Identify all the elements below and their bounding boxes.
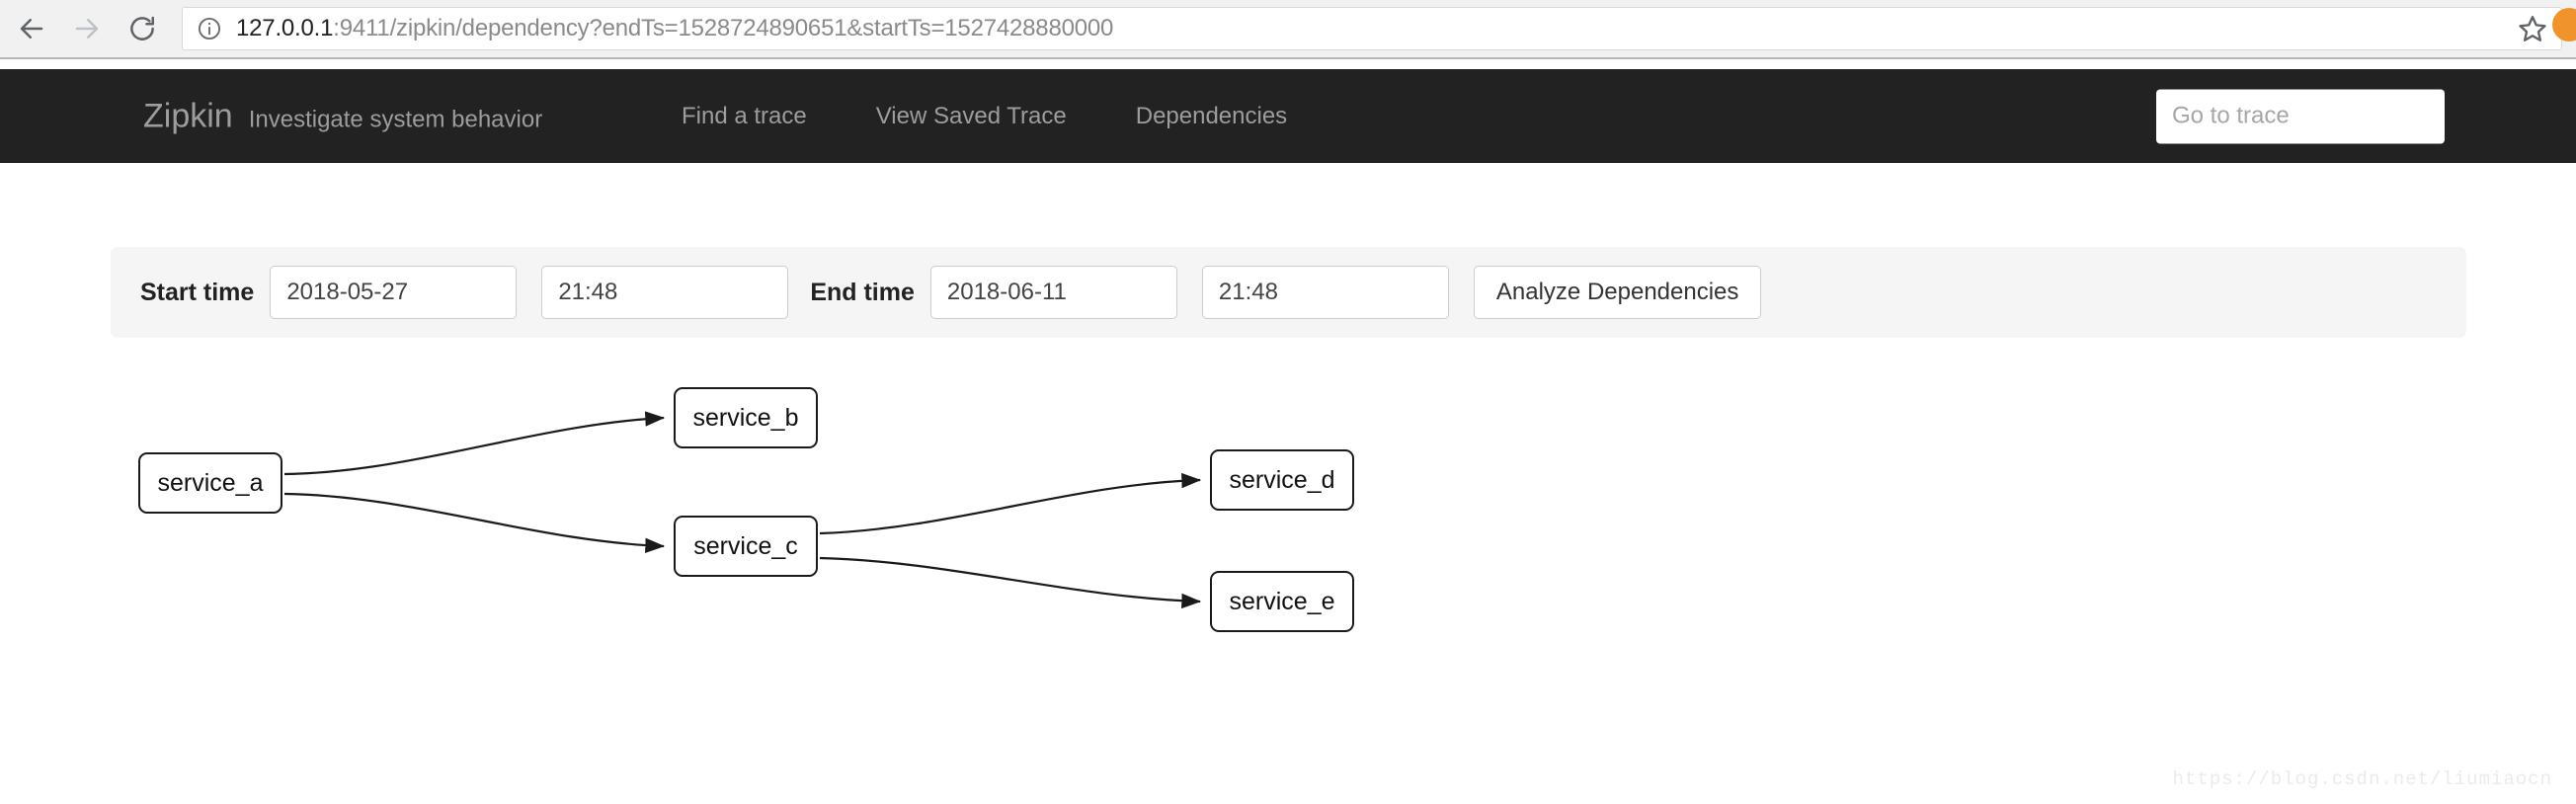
watermark: https://blog.csdn.net/liumiaocn [2172, 768, 2552, 790]
brand[interactable]: Zipkin Investigate system behavior [143, 97, 542, 135]
end-time-input[interactable] [1201, 266, 1449, 319]
graph-node-label: service_e [1229, 587, 1335, 615]
start-time-label: Start time [140, 278, 255, 306]
graph-node-label: service_c [693, 531, 798, 560]
arrow-left-icon [17, 14, 46, 43]
start-date-input[interactable] [270, 266, 518, 319]
info-circle-icon[interactable] [197, 16, 222, 41]
dependency-graph-edges [283, 411, 1202, 609]
reload-icon [127, 14, 157, 43]
time-range-filter-bar: Start time End time Analyze Dependencies [111, 247, 2466, 338]
graph-node-service-e[interactable]: service_e [1210, 571, 1354, 632]
arrow-right-icon [72, 14, 102, 43]
address-bar[interactable]: 127.0.0.1:9411/zipkin/dependency?endTs=1… [182, 7, 2562, 50]
back-button[interactable] [4, 1, 59, 56]
star-icon[interactable] [2502, 14, 2547, 43]
graph-node-label: service_d [1229, 465, 1335, 494]
end-date-input[interactable] [929, 266, 1177, 319]
edge-service-a-to-service-c [283, 492, 666, 553]
nav-link-dependencies[interactable]: Dependencies [1101, 103, 1322, 130]
dependency-graph: service_a service_b service_c service_d … [0, 356, 2576, 751]
graph-node-service-d[interactable]: service_d [1210, 449, 1354, 511]
start-time-input[interactable] [541, 266, 789, 319]
edge-service-c-to-service-e [819, 556, 1202, 609]
edge-service-a-to-service-b [283, 411, 666, 476]
brand-tagline: Investigate system behavior [248, 106, 543, 132]
graph-node-label: service_b [692, 403, 799, 432]
graph-node-label: service_a [157, 468, 264, 497]
graph-node-service-c[interactable]: service_c [674, 516, 818, 577]
nav-links: Find a trace View Saved Trace Dependenci… [647, 103, 1322, 130]
nav-link-find-a-trace[interactable]: Find a trace [647, 103, 842, 130]
graph-node-service-b[interactable]: service_b [674, 387, 818, 448]
nav-link-view-saved-trace[interactable]: View Saved Trace [842, 103, 1101, 130]
graph-node-service-a[interactable]: service_a [138, 452, 282, 514]
analyze-dependencies-button[interactable]: Analyze Dependencies [1473, 266, 1762, 319]
brand-name: Zipkin [143, 97, 233, 134]
url-host: 127.0.0.1 [236, 15, 334, 41]
zipkin-navbar: Zipkin Investigate system behavior Find … [0, 69, 2576, 163]
go-to-trace-input[interactable] [2156, 89, 2445, 143]
forward-button[interactable] [59, 1, 115, 56]
url-path: :9411/zipkin/dependency?endTs=1528724890… [333, 15, 1114, 41]
edge-service-c-to-service-d [819, 472, 1202, 535]
browser-toolbar: 127.0.0.1:9411/zipkin/dependency?endTs=1… [0, 0, 2576, 59]
end-time-label: End time [810, 278, 915, 306]
url-text: 127.0.0.1:9411/zipkin/dependency?endTs=1… [236, 15, 1113, 42]
reload-button[interactable] [115, 1, 170, 56]
